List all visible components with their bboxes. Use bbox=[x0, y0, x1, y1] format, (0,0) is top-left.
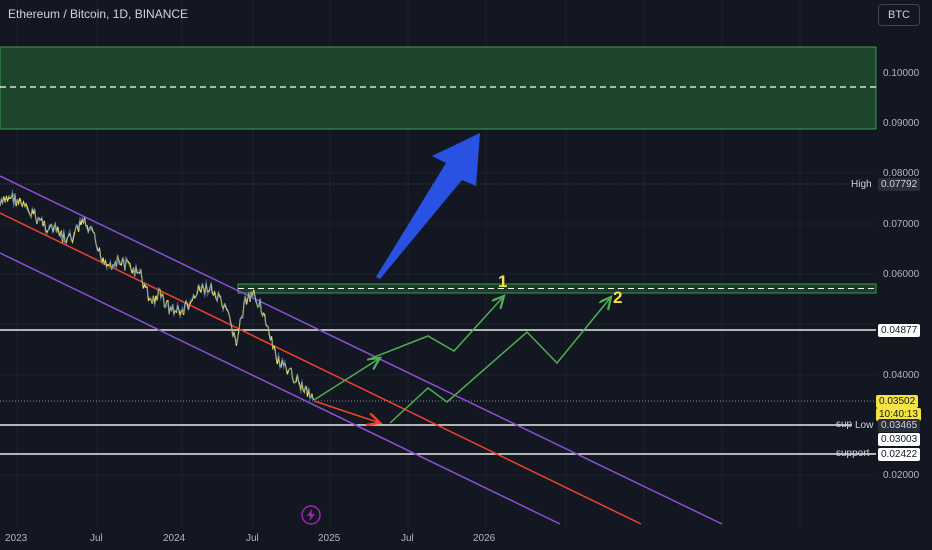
y-tick-label: 0.07000 bbox=[883, 219, 920, 230]
x-tick-label: Jul bbox=[90, 533, 103, 544]
y-tick-label: 0.10000 bbox=[883, 68, 920, 79]
scenario-marker-1: 1 bbox=[498, 272, 508, 291]
x-tick-label: 2024 bbox=[163, 533, 186, 544]
channel-upper bbox=[0, 175, 723, 525]
chart-title: Ethereum / Bitcoin, 1D, BINANCE bbox=[8, 7, 189, 21]
price-chart[interactable] bbox=[0, 0, 932, 550]
x-tick-label: 2023 bbox=[5, 533, 28, 544]
level-04877-label: 0.04877 bbox=[878, 324, 921, 337]
y-tick-label: 0.06000 bbox=[883, 269, 920, 280]
low-label: Low bbox=[852, 419, 877, 432]
x-tick-label: Jul bbox=[246, 533, 259, 544]
y-tick-label: 0.04000 bbox=[883, 370, 920, 381]
scenario-marker-2: 2 bbox=[613, 288, 623, 307]
projection-red-arrow bbox=[313, 400, 380, 423]
x-tick-label: 2025 bbox=[318, 533, 341, 544]
projection-path-2 bbox=[389, 297, 611, 424]
level-02422-label: 0.02422 bbox=[878, 448, 921, 461]
projection-path-1b bbox=[371, 296, 504, 359]
x-tick-label: Jul bbox=[401, 533, 414, 544]
high-value-label: 0.07792 bbox=[878, 178, 921, 191]
high-label: High bbox=[848, 178, 875, 191]
projection-path-1 bbox=[313, 358, 380, 401]
channel-lower bbox=[0, 252, 561, 525]
y-tick-label: 0.02000 bbox=[883, 470, 920, 481]
price-series-shadow bbox=[0, 189, 314, 402]
low-value-label: 0.03465 bbox=[878, 419, 921, 432]
current-price-label: 0.03502 bbox=[876, 395, 919, 408]
lightning-icon[interactable] bbox=[301, 505, 321, 525]
y-tick-label: 0.09000 bbox=[883, 118, 920, 129]
x-tick-label: 2026 bbox=[473, 533, 496, 544]
currency-button[interactable]: BTC bbox=[878, 4, 920, 26]
target-zone-upper bbox=[0, 46, 877, 130]
sup-line-label: sup bbox=[836, 419, 853, 430]
support-line-label: support bbox=[836, 448, 870, 459]
channel-midline bbox=[0, 212, 642, 525]
level-03003-label: 0.03003 bbox=[878, 433, 921, 446]
big-blue-arrow bbox=[376, 133, 480, 279]
